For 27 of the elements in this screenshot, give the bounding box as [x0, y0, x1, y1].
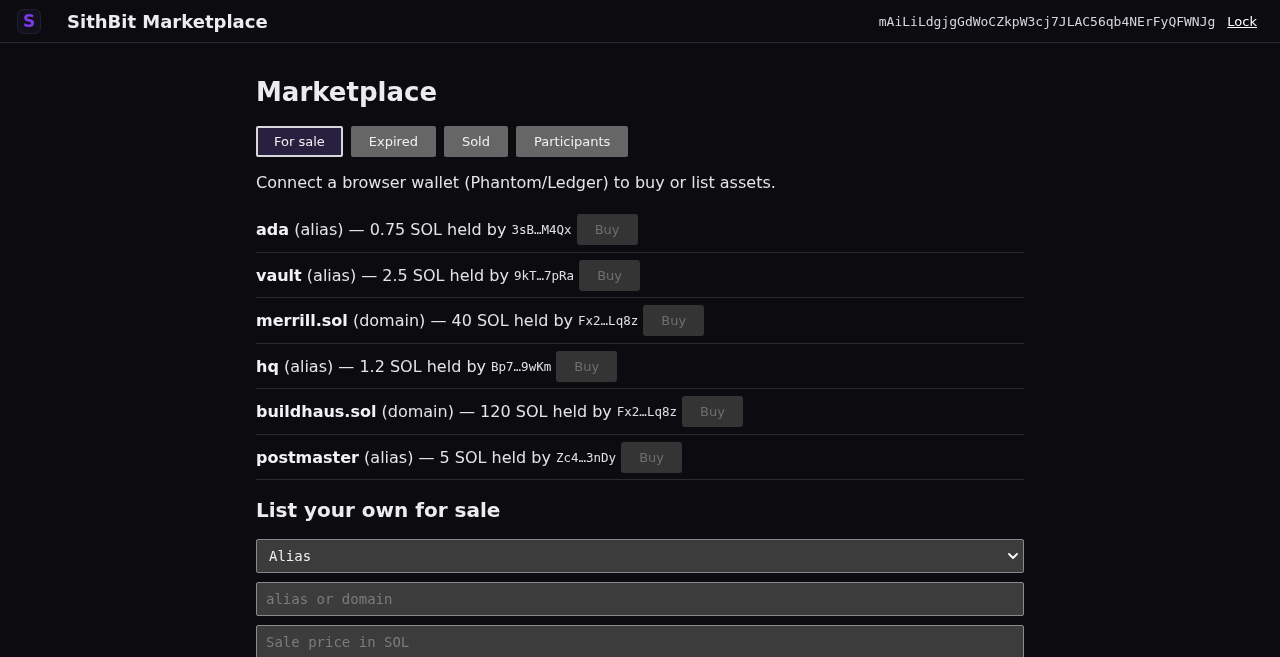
page-heading: Marketplace: [256, 77, 438, 107]
tab[interactable]: Expired: [350, 126, 436, 157]
listing-text: vault (alias) — 2.5 SOL held by: [256, 265, 509, 285]
tab[interactable]: For sale: [256, 126, 343, 157]
holder-address: Zc4…3nDy: [555, 449, 617, 465]
wallet-address: mAiLiLdgjgGdWoCZkpW3cj7JLAC56qb4NErFyQFWNJg: [878, 13, 1216, 29]
input-field[interactable]: Sale price in SOL: [256, 625, 1024, 657]
holder-address: Fx2…Lq8z: [578, 313, 639, 328]
listing-text: postmaster (alias) — 5 SOL held by: [256, 447, 551, 467]
holder-address: 3sB…M4Qx: [511, 222, 572, 237]
holder-address: Fx2…Lq8z: [616, 404, 677, 419]
listing-text: ada (alias) — 0.75 SOL held by: [256, 220, 507, 239]
asset-type-select[interactable]: Alias: [256, 539, 1024, 573]
holder-address: Bp7…9wKm: [491, 358, 552, 374]
section-heading: List your own for sale: [256, 498, 502, 522]
app-title: SithBit Marketplace: [67, 10, 268, 32]
lock-link[interactable]: Lock: [1227, 13, 1257, 29]
input-field[interactable]: alias or domain: [256, 582, 1024, 616]
tab[interactable]: Sold: [443, 126, 508, 157]
holder-address: 9kT…7pRa: [513, 267, 575, 283]
logo: S: [17, 8, 41, 34]
listing-text: hq (alias) — 1.2 SOL held by: [256, 356, 486, 376]
chevron-down-icon: [1008, 553, 1018, 559]
listing-text: merrill.sol (domain) — 40 SOL held by: [256, 311, 573, 330]
listing-text: buildhaus.sol (domain) — 120 SOL held by: [256, 402, 612, 421]
tab[interactable]: Participants: [515, 126, 629, 157]
notice-text: Connect a browser wallet (Phantom/Ledger) to buy or list assets.: [256, 173, 777, 193]
